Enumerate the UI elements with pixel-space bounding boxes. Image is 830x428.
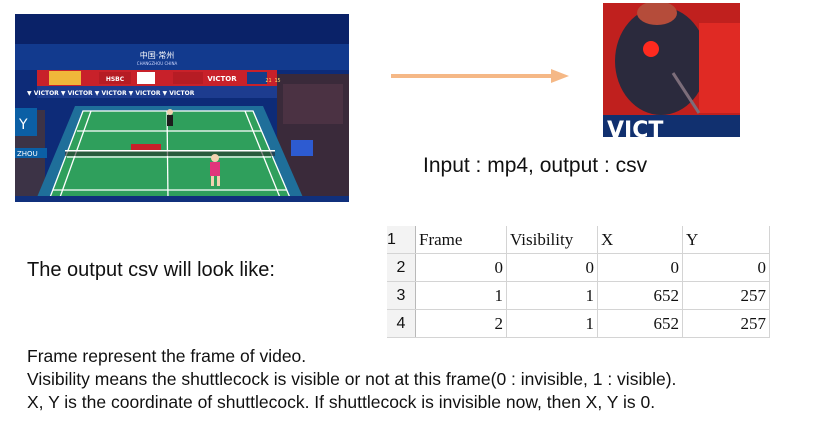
cell-x: 652: [597, 309, 683, 338]
cell-frame: 2: [415, 309, 507, 338]
cell-y: 0: [682, 253, 770, 282]
corner-city-label: ZHOU: [17, 150, 38, 158]
cell-y: 257: [682, 309, 770, 338]
io-caption: Input : mp4, output : csv: [423, 154, 648, 177]
csv-preview-table: 1 Frame Visibility X Y 2 0 0 0 0 3 1 1 6…: [387, 226, 770, 338]
csv-intro: The output csv will look like:: [27, 259, 275, 281]
cell-x: 652: [597, 281, 683, 310]
banner-subtitle: CHANGZHOU CHINA: [137, 61, 178, 66]
cell-visibility: 1: [506, 281, 598, 310]
table-header-row: 1 Frame Visibility X Y: [387, 226, 770, 254]
shuttlecock-marker-icon: [643, 41, 659, 57]
column-header-visibility: Visibility: [506, 226, 598, 254]
cell-visibility: 0: [506, 253, 598, 282]
table-row: 2 0 0 0 0: [387, 253, 770, 282]
court-video-frame: 中国·常州 CHANGZHOU CHINA HSBC VICTOR 21 15 …: [15, 14, 349, 202]
explanation-line: Frame represent the frame of video.: [27, 346, 307, 366]
row-number: 4: [387, 309, 416, 338]
corner-badge: Y: [18, 117, 28, 133]
shuttlecock-crop-frame: VICT: [603, 3, 740, 137]
column-header-x: X: [597, 226, 683, 254]
explanation-line: Visibility means the shuttlecock is visi…: [27, 369, 677, 389]
banner-fragment: VICT: [607, 118, 663, 137]
column-header-frame: Frame: [415, 226, 507, 254]
sponsor-bank-label: HSBC: [106, 76, 125, 83]
row-number: 3: [387, 281, 416, 310]
explanation-line: X, Y is the coordinate of shuttlecock. I…: [27, 392, 656, 412]
table-row: 4 2 1 652 257: [387, 309, 770, 338]
cell-y: 257: [682, 281, 770, 310]
sponsor-strip-row: ▼ VICTOR ▼ VICTOR ▼ VICTOR ▼ VICTOR ▼ VI…: [27, 90, 195, 97]
score-hint: 21 15: [265, 78, 280, 84]
sponsor-brand-label: VICTOR: [207, 75, 237, 83]
row-number: 1: [387, 226, 416, 254]
cell-visibility: 1: [506, 309, 598, 338]
cell-x: 0: [597, 253, 683, 282]
right-arrow-icon: [391, 69, 569, 83]
row-number: 2: [387, 253, 416, 282]
explanation-block: Frame represent the frame of video. Visi…: [27, 345, 676, 414]
table-row: 3 1 1 652 257: [387, 281, 770, 310]
cell-frame: 0: [415, 253, 507, 282]
banner-title: 中国·常州: [140, 50, 175, 60]
column-header-y: Y: [682, 226, 770, 254]
cell-frame: 1: [415, 281, 507, 310]
